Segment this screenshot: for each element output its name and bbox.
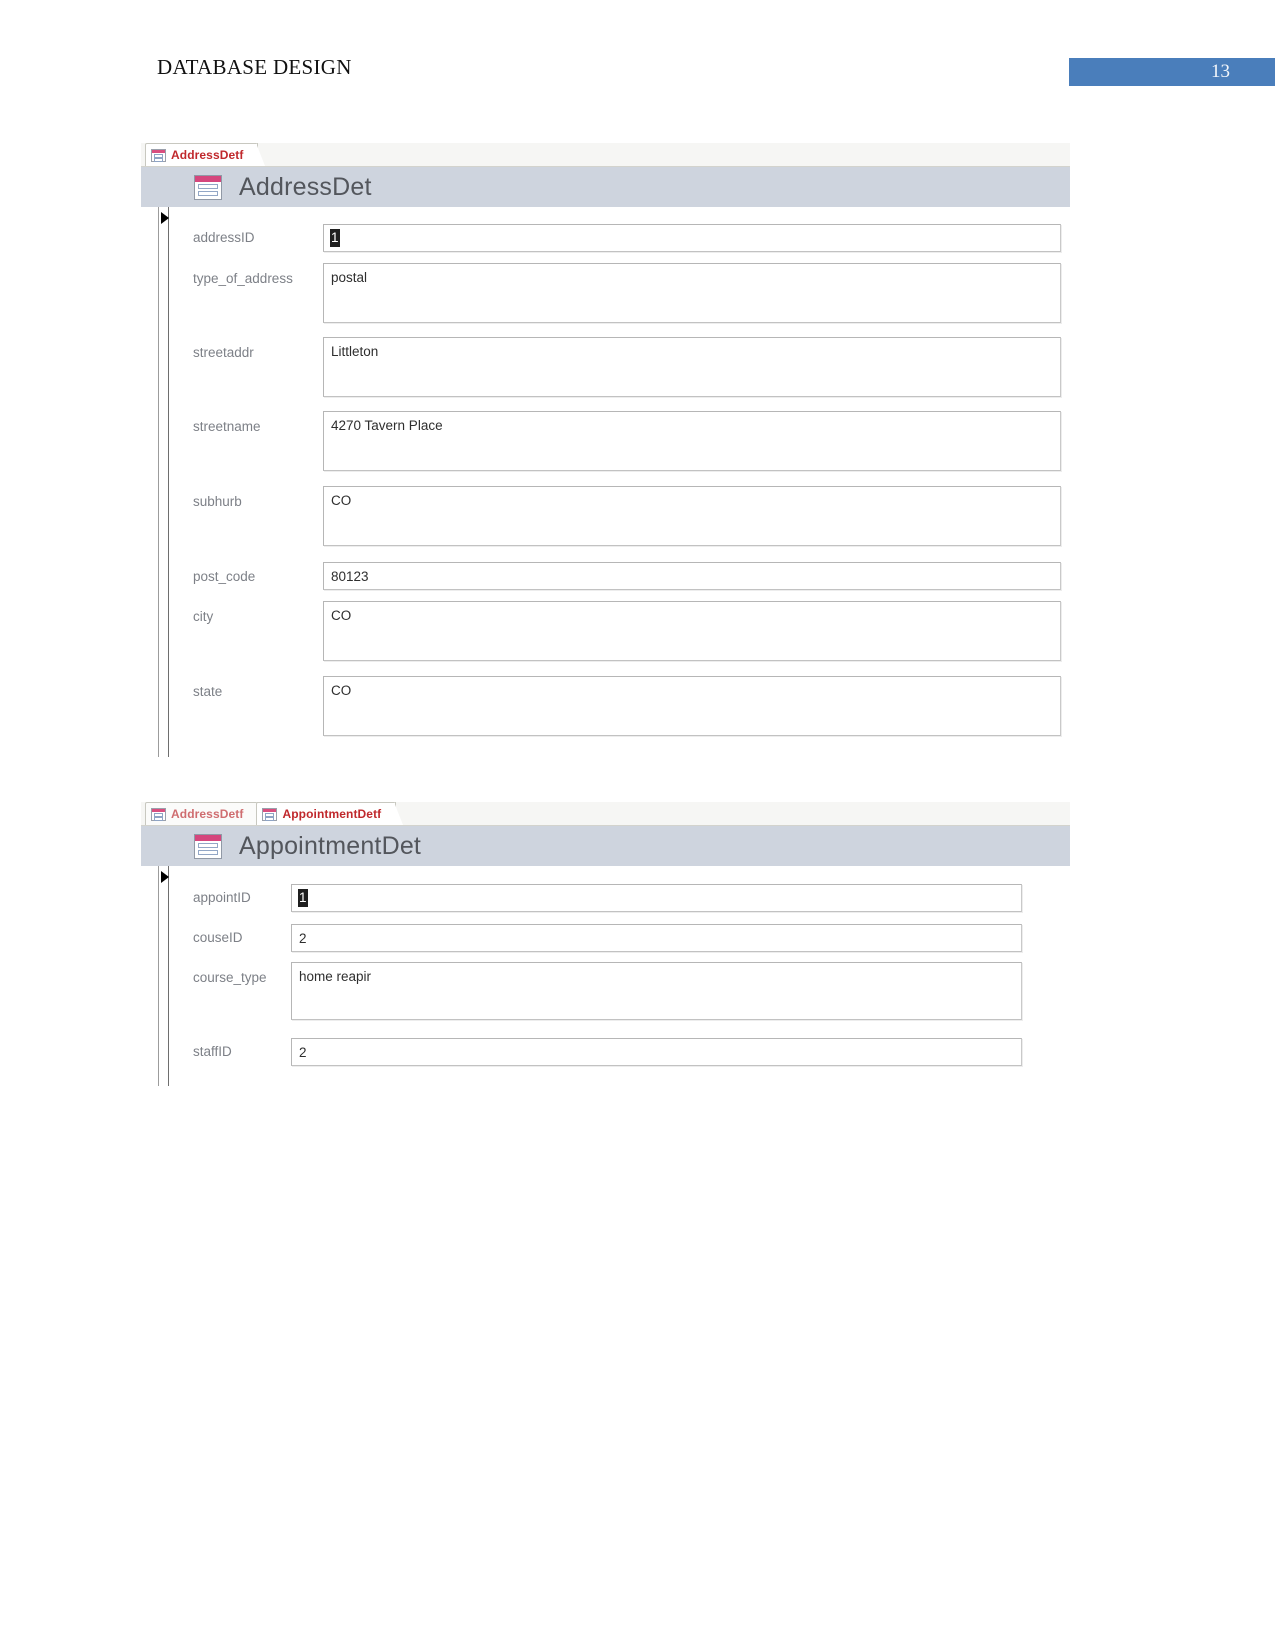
field-input-type-of-address[interactable]: postal <box>323 263 1061 323</box>
page-number: 13 <box>1211 61 1230 82</box>
field-value: CO <box>331 608 352 623</box>
document-tab-label: AddressDetf <box>171 807 244 821</box>
field-label-addressid: addressID <box>193 230 255 245</box>
current-record-arrow-icon <box>161 212 169 224</box>
field-value: home reapir <box>299 969 372 984</box>
field-label-couseid: couseID <box>193 930 243 945</box>
field-input-staffid[interactable]: 2 <box>291 1038 1022 1066</box>
document-tab-strip-1: AddressDetf <box>141 143 1070 167</box>
form-header-icon <box>194 174 222 200</box>
document-tab-label: AppointmentDetf <box>282 807 382 821</box>
field-value: CO <box>331 493 352 508</box>
field-label-appointid: appointID <box>193 890 251 905</box>
field-value: 1 <box>298 889 308 907</box>
document-tab-addressdetf[interactable]: AddressDetf <box>145 802 266 825</box>
field-input-appointid[interactable]: 1 <box>291 884 1022 912</box>
field-value: 80123 <box>331 569 369 584</box>
form-header-title: AppointmentDet <box>239 831 422 860</box>
form-object-icon <box>151 807 166 821</box>
field-label-course-type: course_type <box>193 970 267 985</box>
field-value: postal <box>331 270 368 285</box>
field-label-state: state <box>193 684 223 699</box>
form-body-2: appointID 1 couseID 2 course_type home r… <box>141 866 1070 1086</box>
access-form-window-addressdet: AddressDetf AddressDet addressID 1 type_… <box>141 143 1070 758</box>
page-number-badge: 13 <box>1069 58 1275 86</box>
field-value: 1 <box>330 229 340 247</box>
document-tab-appointmentdetf[interactable]: AppointmentDetf <box>256 802 404 825</box>
form-header-bar-2: AppointmentDet <box>141 826 1070 866</box>
access-form-window-appointmentdet: AddressDetf AppointmentDetf AppointmentD… <box>141 802 1070 1087</box>
document-tab-addressdetf[interactable]: AddressDetf <box>145 143 266 166</box>
field-input-post-code[interactable]: 80123 <box>323 562 1061 590</box>
page-title: DATABASE DESIGN <box>157 55 352 79</box>
record-selector-bar[interactable] <box>158 866 169 1086</box>
field-label-post-code: post_code <box>193 569 256 584</box>
field-input-streetaddr[interactable]: Littleton <box>323 337 1061 397</box>
form-header-icon <box>194 833 222 859</box>
field-input-course-type[interactable]: home reapir <box>291 962 1022 1020</box>
document-tab-strip-2: AddressDetf AppointmentDetf <box>141 802 1070 826</box>
field-label-staffid: staffID <box>193 1044 232 1059</box>
document-tab-label: AddressDetf <box>171 148 244 162</box>
field-input-addressid[interactable]: 1 <box>323 224 1061 252</box>
form-header-title: AddressDet <box>239 172 372 201</box>
field-label-city: city <box>193 609 214 624</box>
form-object-icon <box>151 148 166 162</box>
field-value: 4270 Tavern Place <box>331 418 443 433</box>
current-record-arrow-icon <box>161 871 169 883</box>
document-header: DATABASE DESIGN 13 <box>0 0 1275 110</box>
field-input-city[interactable]: CO <box>323 601 1061 661</box>
field-input-streetname[interactable]: 4270 Tavern Place <box>323 411 1061 471</box>
field-input-couseid[interactable]: 2 <box>291 924 1022 952</box>
field-input-subhurb[interactable]: CO <box>323 486 1061 546</box>
record-selector-bar[interactable] <box>158 207 169 757</box>
field-value: 2 <box>299 931 307 946</box>
field-label-streetaddr: streetaddr <box>193 345 254 360</box>
field-label-type-of-address: type_of_address <box>193 271 293 286</box>
form-object-icon <box>262 807 278 821</box>
field-label-subhurb: subhurb <box>193 494 242 509</box>
form-header-bar-1: AddressDet <box>141 167 1070 207</box>
field-input-state[interactable]: CO <box>323 676 1061 736</box>
field-label-streetname: streetname <box>193 419 261 434</box>
form-body-1: addressID 1 type_of_address postal stree… <box>141 207 1070 757</box>
field-value: 2 <box>299 1045 307 1060</box>
field-value: Littleton <box>331 344 379 359</box>
field-value: CO <box>331 683 352 698</box>
